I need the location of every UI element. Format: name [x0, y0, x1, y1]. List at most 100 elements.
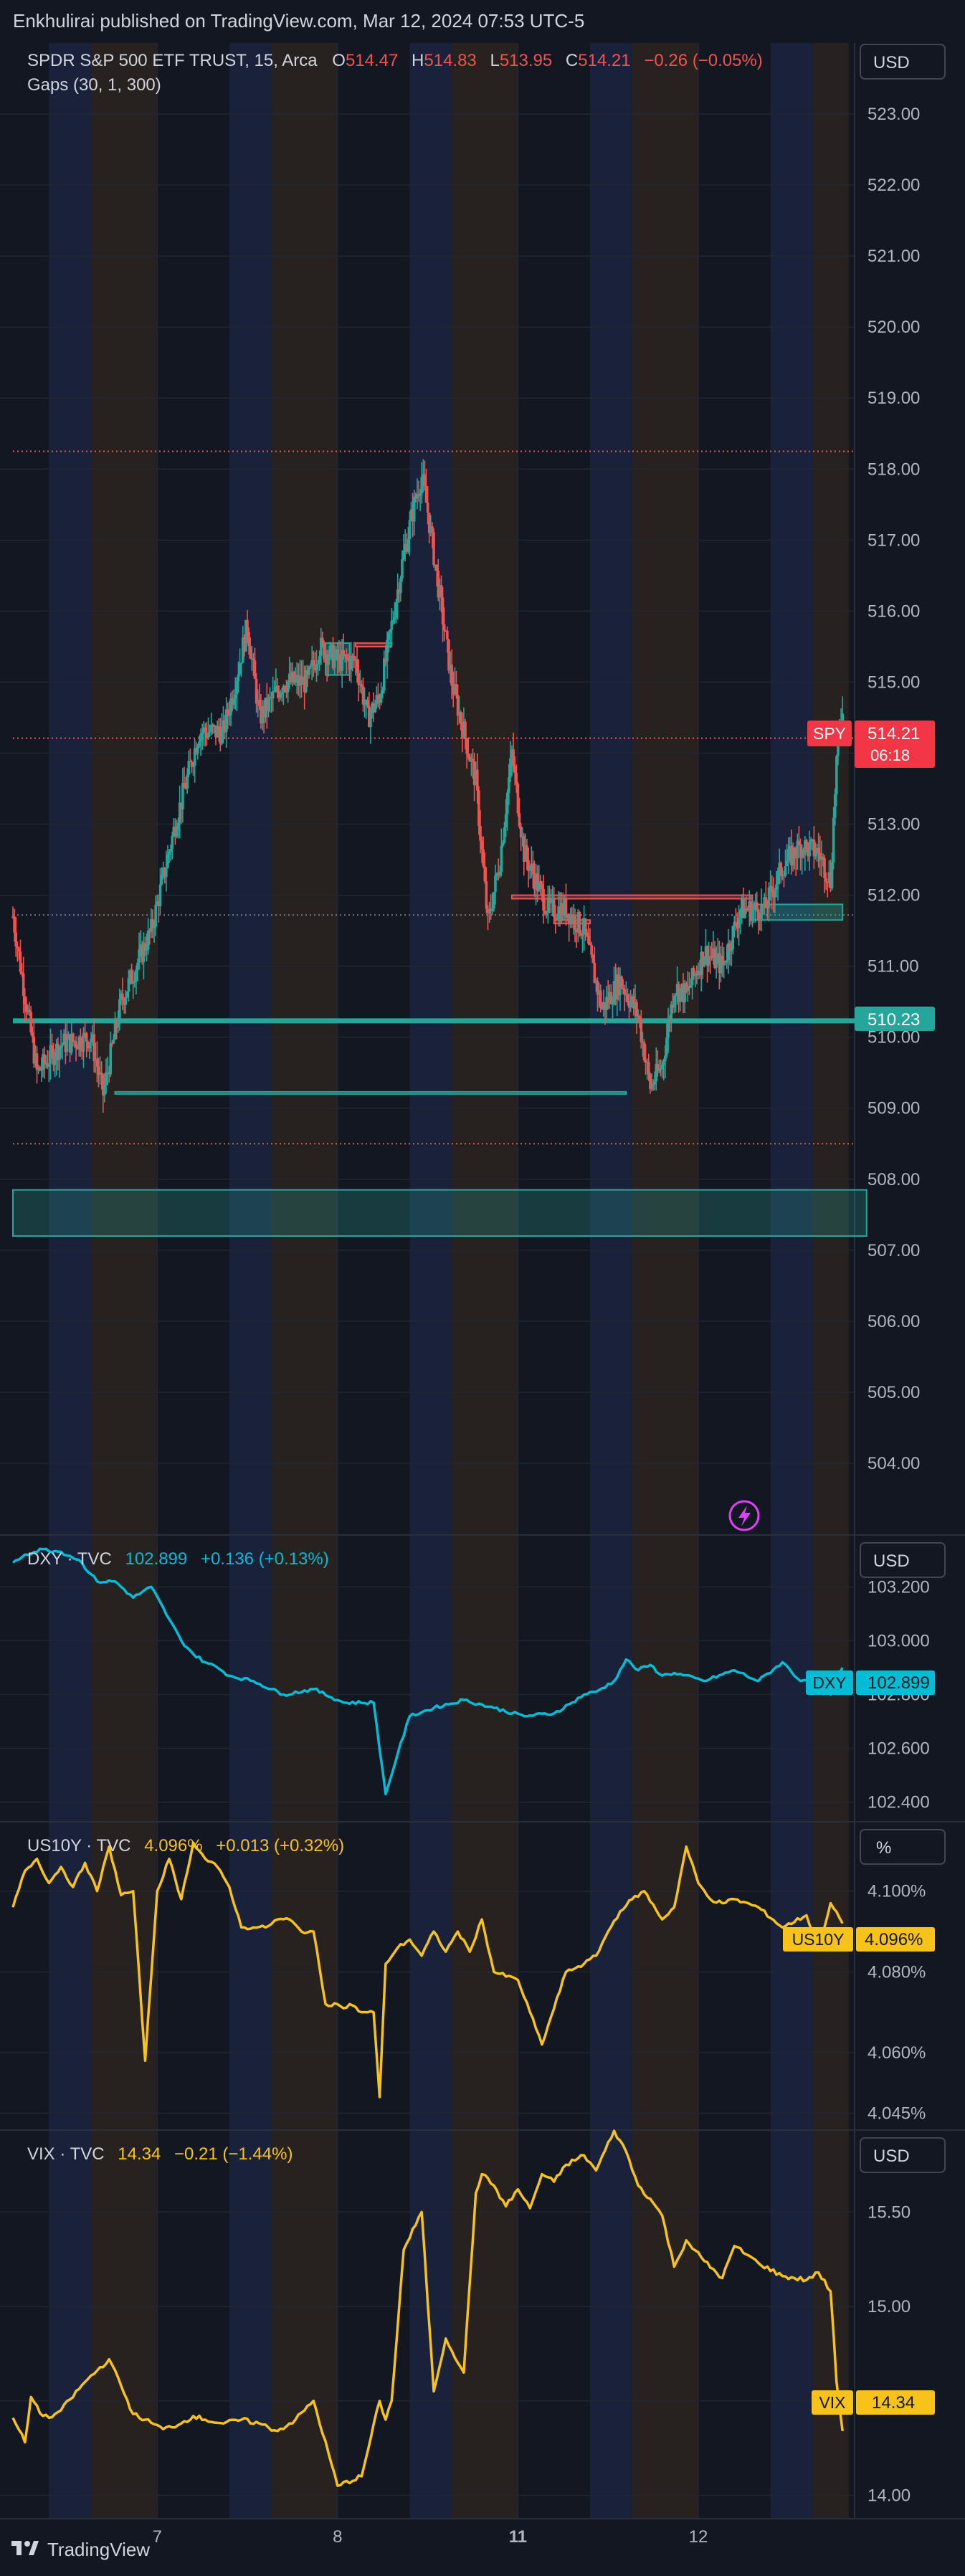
- candle-body: [485, 881, 488, 909]
- candle-body: [424, 486, 428, 503]
- us10y-title[interactable]: US10Y · TVC: [27, 1836, 131, 1855]
- candle-body: [689, 985, 693, 988]
- candle-body: [480, 840, 483, 850]
- candle-body: [808, 842, 811, 857]
- x-tick-label: 11: [509, 2527, 527, 2547]
- candle-body: [554, 917, 557, 919]
- candle-body: [29, 1012, 32, 1033]
- candle-body: [116, 1023, 120, 1028]
- vix-tick-label: 15.00: [867, 2297, 911, 2316]
- change-value: −0.26 (−0.05%): [644, 51, 762, 70]
- main-currency-button[interactable]: USD: [860, 44, 946, 80]
- candle-body: [824, 878, 827, 882]
- dxy-currency-button[interactable]: USD: [860, 1542, 946, 1578]
- candle-body: [43, 1054, 46, 1064]
- spy-tick-label: 520.00: [867, 318, 920, 337]
- candle-body: [112, 1039, 115, 1044]
- candle-body: [136, 962, 139, 970]
- candle-body: [50, 1045, 54, 1049]
- candle-body: [92, 1034, 96, 1061]
- x-tick-label: 8: [333, 2527, 342, 2547]
- candle-body: [586, 932, 589, 936]
- x-tick-label: 7: [153, 2527, 162, 2547]
- gaps-indicator-title[interactable]: Gaps (30, 1, 300): [27, 75, 161, 95]
- spy-tick-label: 511.00: [867, 957, 919, 976]
- candle-body: [357, 672, 360, 685]
- candle-body: [389, 629, 392, 633]
- vix-title[interactable]: VIX · TVC: [27, 2144, 105, 2164]
- candle-body: [199, 733, 202, 742]
- dxy-title[interactable]: DXY · TVC: [27, 1549, 112, 1569]
- candle-body: [751, 910, 754, 921]
- candle-body: [383, 658, 386, 690]
- candle-body: [168, 851, 171, 855]
- us10y-currency-label[interactable]: %: [876, 1838, 891, 1858]
- us10y-tag-label: US10Y: [792, 1930, 845, 1949]
- vix-currency-label[interactable]: USD: [873, 2147, 910, 2166]
- vix-value: 14.34: [118, 2144, 161, 2164]
- candle-body: [88, 1042, 91, 1049]
- candle-body: [394, 602, 398, 618]
- spy-tick-label: 515.00: [867, 672, 920, 692]
- vix-currency-button[interactable]: USD: [860, 2137, 946, 2173]
- candle-body: [386, 640, 389, 662]
- candle-body: [419, 493, 422, 496]
- candle-body: [72, 1033, 75, 1042]
- candle-body: [660, 1065, 664, 1070]
- candle-body: [393, 617, 396, 621]
- candle-body: [361, 686, 365, 705]
- us10y-currency-box[interactable]: [860, 1829, 946, 1865]
- candle-body: [19, 951, 22, 972]
- candle-body: [626, 994, 629, 1002]
- open-label: O: [332, 51, 346, 70]
- candle-body: [61, 1045, 64, 1046]
- candle-body: [755, 902, 759, 910]
- candle-body: [399, 578, 402, 594]
- candle-body: [160, 875, 163, 885]
- candle-body: [252, 658, 255, 660]
- us10y-change: +0.013 (+0.32%): [216, 1836, 344, 1855]
- spy-tick-label: 508.00: [867, 1170, 920, 1189]
- us10y-tick-label: 4.060%: [867, 2043, 926, 2063]
- candle-body: [494, 875, 497, 893]
- candle-body: [146, 930, 150, 950]
- us10y-currency-button[interactable]: %: [860, 1829, 946, 1865]
- candle-body: [53, 1058, 57, 1065]
- spy-symbol-title[interactable]: SPDR S&P 500 ETF TRUST, 15, Arca: [27, 51, 318, 70]
- gap-box: [114, 1090, 627, 1095]
- candle-body: [664, 1055, 667, 1062]
- candle-body: [455, 684, 458, 695]
- candle-body: [513, 766, 517, 774]
- candle-body: [479, 825, 482, 841]
- candle-body: [785, 860, 789, 867]
- spy-tick-label: 504.00: [867, 1454, 920, 1473]
- candle-body: [333, 656, 336, 668]
- dxy-currency-label[interactable]: USD: [873, 1551, 910, 1571]
- candle-body: [512, 749, 515, 766]
- candle-body: [118, 999, 121, 1024]
- candle-body: [518, 813, 521, 827]
- main-currency-label[interactable]: USD: [873, 53, 910, 72]
- candle-body: [401, 559, 404, 579]
- candle-body: [267, 698, 270, 711]
- candle-body: [483, 866, 487, 882]
- candle-body: [407, 538, 410, 552]
- flash-icon[interactable]: [728, 1500, 760, 1531]
- us10y-tick-label: 4.100%: [867, 1882, 926, 1901]
- candle-body: [187, 761, 191, 775]
- vix-tick-label: 15.50: [867, 2202, 911, 2222]
- candle-body: [154, 904, 157, 927]
- candle-body: [442, 624, 446, 631]
- candle-body: [622, 988, 624, 990]
- high-value: 514.83: [424, 51, 476, 70]
- candle-body: [75, 1041, 77, 1047]
- candle-body: [784, 866, 787, 876]
- session-band-blue: [770, 43, 813, 2518]
- candle-body: [391, 620, 395, 622]
- candle-body: [328, 645, 332, 657]
- candle-body: [638, 1016, 642, 1022]
- low-label: L: [490, 51, 499, 70]
- candle-body: [431, 526, 434, 533]
- candle-body: [226, 709, 229, 716]
- candle-body: [65, 1039, 69, 1052]
